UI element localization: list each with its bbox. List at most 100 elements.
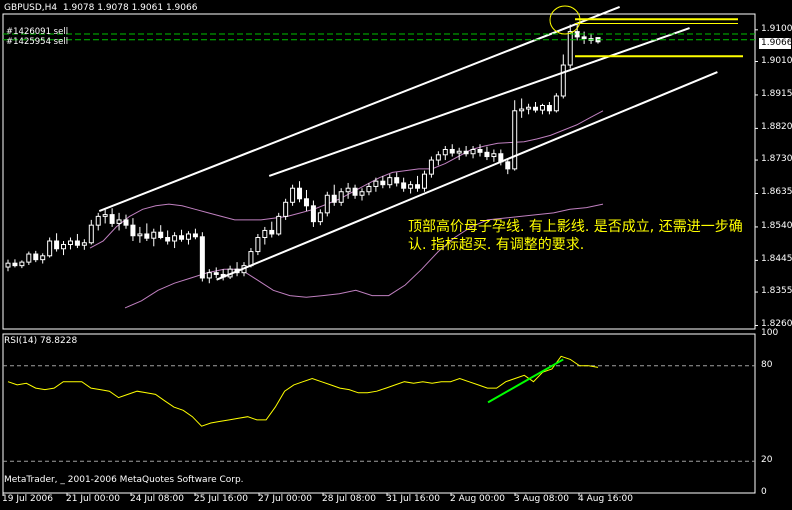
candle-body [428, 159, 434, 175]
candle-body [61, 244, 67, 250]
candle-body [415, 184, 421, 189]
candle-body [539, 105, 545, 111]
candle-body [408, 184, 414, 189]
time-tick-label: 24 Jul 08:00 [130, 494, 184, 504]
candle-body [109, 214, 115, 224]
order-label-2[interactable]: #1425954 sell [6, 37, 68, 47]
candle-body [380, 180, 386, 186]
candle-body [519, 108, 525, 112]
candle-body [123, 219, 129, 226]
price-tick-label: 1.9010 [761, 55, 792, 66]
candle-body [262, 229, 268, 238]
candle-body [54, 240, 60, 250]
candle-body [192, 233, 198, 238]
candle-body [533, 106, 539, 111]
candle-body [456, 150, 462, 154]
candle-body [185, 233, 191, 240]
bollinger-bands [89, 110, 604, 309]
candle-body [88, 224, 94, 244]
order-lines [3, 33, 755, 41]
candle-body [213, 272, 219, 275]
order-label-1[interactable]: #1426091 sell [6, 27, 68, 37]
candle-body [283, 201, 289, 217]
candle-body [206, 272, 212, 279]
candle-body [81, 242, 87, 246]
candle-body [484, 151, 490, 158]
candle-body [33, 253, 39, 261]
chart-window[interactable]: GBPUSD,H4 1.9078 1.9078 1.9061 1.9066 #1… [0, 0, 792, 506]
candle-body [567, 31, 573, 66]
rsi-panel-border [2, 333, 756, 494]
candle-body [477, 149, 483, 153]
price-tick-label: 1.8820 [761, 122, 792, 133]
candle-body [324, 194, 330, 214]
time-tick-label: 25 Jul 16:00 [194, 494, 248, 504]
price-tick-label: 1.8915 [761, 88, 792, 99]
candle-body [546, 105, 552, 112]
candle-body [581, 36, 587, 40]
candle-body [151, 231, 157, 239]
candle-body [373, 180, 379, 187]
price-tick-label: 1.8635 [761, 187, 792, 198]
candle-body [303, 198, 309, 207]
rsi-tick-label: 80 [761, 359, 773, 370]
rsi-tick-label: 20 [761, 455, 773, 466]
candle-body [179, 235, 185, 240]
candle-body [512, 110, 518, 170]
candle-body [331, 194, 337, 203]
candle-body [74, 240, 80, 246]
time-tick-label: 4 Aug 16:00 [578, 494, 633, 504]
candle-body [359, 191, 365, 196]
candle-body [401, 182, 407, 189]
candle-body [12, 262, 18, 267]
candle-body [310, 205, 316, 223]
price-tick-label: 1.8730 [761, 154, 792, 165]
candle-body [102, 214, 108, 217]
price-tick-label: 1.8355 [761, 286, 792, 297]
price-tick-label: 1.9100 [761, 23, 792, 34]
candle-body [248, 251, 254, 267]
candle-body [130, 224, 136, 237]
rsi-title: RSI(14) 78.8228 [4, 336, 78, 346]
candle-body [137, 233, 143, 237]
candle-body [95, 215, 101, 226]
rsi-tick-label: 0 [761, 487, 767, 497]
candle-body [470, 149, 476, 155]
time-tick-label: 3 Aug 08:00 [514, 494, 569, 504]
chart-title: GBPUSD,H4 1.9078 1.9078 1.9061 1.9066 [4, 3, 198, 13]
time-tick-label: 19 Jul 2006 [2, 494, 53, 504]
candle-body [172, 235, 178, 242]
price-panel-border [2, 13, 756, 330]
candle-body [387, 177, 393, 186]
candle-body [26, 253, 32, 263]
channel-trendline [268, 27, 690, 177]
rsi-tick-label: 100 [761, 328, 779, 338]
candle-body [158, 231, 164, 238]
candle-body [352, 187, 358, 196]
time-tick-label: 27 Jul 00:00 [258, 494, 312, 504]
candle-body [47, 240, 53, 257]
rsi-panel [3, 355, 755, 462]
candle-body [19, 261, 25, 267]
candle-body [553, 95, 559, 112]
candle-body [526, 106, 532, 110]
candle-body [144, 233, 150, 239]
candle-body [5, 262, 11, 268]
candle-body [67, 240, 73, 246]
candle-body [394, 177, 400, 184]
candle-body [255, 236, 261, 253]
rsi-trendline [487, 358, 564, 404]
candle-body [505, 161, 511, 170]
candle-body [421, 173, 427, 189]
price-tick-label: 1.8445 [761, 254, 792, 265]
chart-frame [2, 13, 758, 496]
time-tick-label: 21 Jul 00:00 [66, 494, 120, 504]
candle-body [435, 154, 441, 161]
price-tick-label: 1.8540 [761, 220, 792, 231]
candle-body [165, 236, 171, 242]
candle-body [40, 255, 46, 261]
candle-body [345, 187, 351, 193]
current-price-label: 1.9066 [759, 38, 792, 49]
candle-body [449, 149, 455, 154]
candle-body [276, 215, 282, 235]
